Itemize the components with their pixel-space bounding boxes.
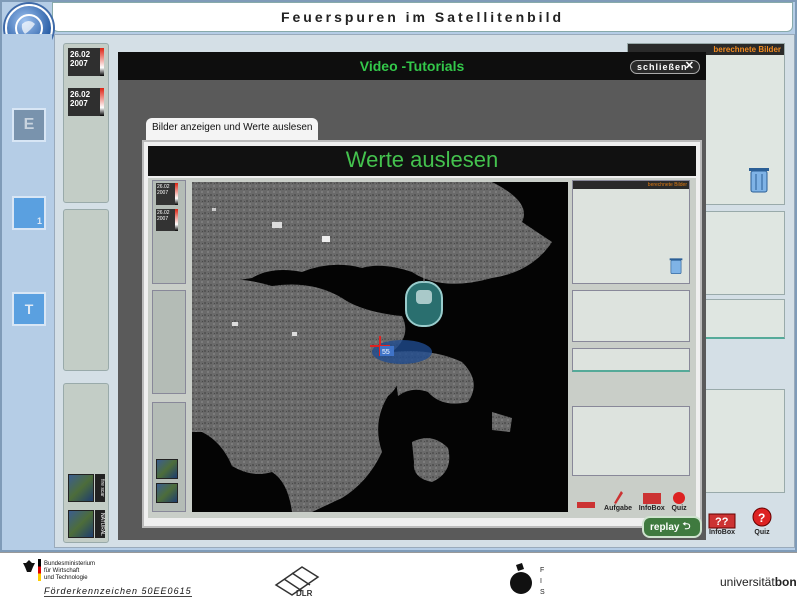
composite-thumbnail[interactable] — [68, 474, 94, 502]
tutorial-video[interactable]: Werte auslesen 26.02 2007 26.02 2007 55 … — [142, 140, 702, 528]
video-tool: InfoBox — [639, 491, 665, 512]
video-thumbnail-panel: 26.02 2007 26.02 2007 — [152, 180, 186, 284]
trash-icon — [669, 258, 683, 274]
video-image-thumbnail: 26.02 2007 — [156, 183, 178, 205]
quiz-icon: ? — [752, 507, 772, 527]
video-thumbnail-panel — [152, 290, 186, 394]
video-image-thumbnail: 26.02 2007 — [156, 209, 178, 231]
fis-logo: F I S — [508, 561, 545, 602]
quiz-icon — [673, 492, 686, 504]
app-title: Feuerspuren im Satellitenbild — [280, 9, 565, 25]
video-result-panel — [572, 290, 690, 342]
video-composite-thumbnail — [156, 459, 178, 479]
german-flag-icon — [38, 559, 41, 581]
ministry-logo-text: Bundesministerium für Wirtschaft und Tec… — [44, 561, 96, 581]
replay-arrow-icon: ⮌ — [682, 520, 691, 532]
infobox-icon — [642, 493, 661, 504]
federal-eagle-icon — [23, 560, 35, 572]
university-logo: universitätbonn — [720, 575, 797, 589]
nav-button-1[interactable]: 1 — [12, 196, 46, 230]
pixel-value-label: 55 — [382, 349, 390, 356]
video-frame: 26.02 2007 26.02 2007 55 berechnete Bild… — [148, 178, 696, 518]
video-computed-images-panel: berechnete Bilder — [572, 180, 690, 284]
svg-text:?: ? — [758, 511, 765, 525]
composite-panel: fire scar NATURAL — [63, 383, 109, 543]
infobox-icon: ?? — [708, 513, 736, 529]
video-result-panel — [572, 406, 690, 476]
fis-globe-icon — [510, 563, 532, 594]
video-toolbar: Aufgabe InfoBox Quiz — [572, 482, 690, 512]
funding-code: Förderkennzeichen 50EE0615 — [44, 586, 192, 597]
close-button[interactable]: schließen ✕ — [630, 60, 700, 74]
tab-werte-auslesen[interactable]: Bilder anzeigen und Werte auslesen — [146, 118, 319, 140]
video-composite-thumbnail — [156, 483, 178, 503]
thumbnail-panel — [63, 209, 109, 371]
image-thumbnail[interactable]: 26.02 2007 — [68, 88, 104, 116]
video-thumbnail-column: 26.02 2007 26.02 2007 — [150, 180, 188, 514]
modal-header: Video -Tutorials schließen ✕ — [118, 52, 706, 80]
title-bar: Feuerspuren im Satellitenbild — [52, 2, 793, 32]
thumbnail-panel: 26.02 2007 26.02 2007 — [63, 43, 109, 203]
dlr-logo: DLR — [272, 563, 322, 602]
video-composite-panel — [152, 402, 186, 512]
image-thumbnail-column: 26.02 2007 26.02 2007 fire scar NATURAL — [63, 43, 109, 543]
trash-icon[interactable] — [748, 166, 770, 194]
video-tool: Quiz — [671, 491, 687, 512]
video-tool — [575, 498, 597, 512]
svg-text:??: ?? — [715, 516, 729, 528]
footer: Bundesministerium für Wirtschaft und Tec… — [0, 552, 797, 605]
satellite-map: 55 — [192, 182, 568, 512]
video-tool: Aufgabe — [604, 489, 632, 512]
video-computed-images-column: berechnete Bilder Aufgabe InfoBox Quiz — [572, 180, 692, 514]
nav-button-t[interactable]: T — [12, 292, 46, 326]
infobox-button[interactable]: ?? InfoBox — [707, 511, 737, 536]
pencil-icon — [577, 502, 596, 508]
close-icon: ✕ — [684, 60, 695, 72]
video-result-panel — [572, 348, 690, 372]
composite-thumbnail[interactable] — [68, 510, 94, 538]
left-nav: E 1 T — [2, 34, 52, 548]
video-header: Werte auslesen — [148, 146, 696, 176]
quiz-button[interactable]: ? Quiz — [751, 507, 773, 536]
video-title: Werte auslesen — [345, 147, 499, 172]
video-tutorial-modal: Video -Tutorials schließen ✕ Bilder anze… — [118, 52, 706, 540]
pen-icon — [614, 491, 624, 504]
replay-button[interactable]: replay ⮌ — [642, 516, 702, 538]
modal-title: Video -Tutorials — [359, 58, 465, 74]
image-thumbnail[interactable]: 26.02 2007 — [68, 48, 104, 76]
satellite-image: 55 — [192, 182, 568, 512]
nav-button-e[interactable]: E — [12, 108, 46, 142]
